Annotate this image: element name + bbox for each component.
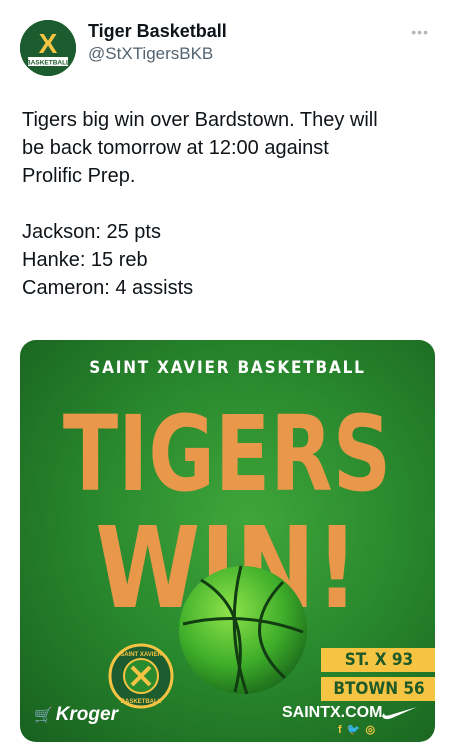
stat-line: Cameron: 4 assists	[22, 277, 194, 299]
tweet-line: be back tomorrow at 12:00 against	[22, 137, 329, 159]
tweet-media-image[interactable]: SAINT XAVIER BASKETBALL TIGERS WIN! SAIN…	[20, 340, 435, 742]
avatar-text: BASKETBALL	[26, 60, 70, 67]
tweet-text: Tigers big win over Bardstown. They will…	[22, 106, 432, 302]
account-handle[interactable]: @StXTigersBKB	[88, 42, 227, 66]
score-away: BTOWN 56	[321, 677, 435, 701]
school-seal-icon: SAINT XAVIER BASKETBALL	[108, 643, 174, 709]
stat-line: Jackson: 25 pts	[22, 221, 161, 243]
sponsor-logo: 🛒 Kroger	[34, 704, 118, 726]
account-names: Tiger Basketball @StXTigersBKB	[88, 20, 227, 66]
score-home: ST. X 93	[321, 648, 435, 672]
avatar[interactable]: X BASKETBALL	[20, 20, 76, 76]
tweet-line: Tigers big win over Bardstown. They will	[22, 109, 378, 131]
tweet-line: Prolific Prep.	[22, 165, 136, 187]
seal-bottom-text: BASKETBALL	[121, 699, 162, 705]
graphic-title: SAINT XAVIER BASKETBALL	[89, 358, 366, 378]
social-icons: f 🐦 ◎	[338, 723, 376, 736]
instagram-icon: ◎	[365, 724, 377, 736]
stat-line: Hanke: 15 reb	[22, 249, 148, 271]
seal-top-text: SAINT XAVIER	[120, 652, 162, 658]
sponsor-name: Kroger	[55, 704, 118, 725]
facebook-icon: f	[338, 724, 343, 736]
headline-tigers: TIGERS	[63, 393, 391, 515]
tweet-header: X BASKETBALL Tiger Basketball @StXTigers…	[20, 14, 435, 76]
basketball-icon	[179, 565, 307, 695]
cart-icon: 🛒	[34, 707, 53, 724]
avatar-logo-icon: X BASKETBALL	[20, 20, 76, 76]
twitter-icon: 🐦	[346, 724, 362, 736]
website-text: SAINTX.COM	[282, 704, 383, 721]
display-name[interactable]: Tiger Basketball	[88, 20, 227, 42]
nike-swoosh-icon	[382, 707, 417, 720]
avatar-letter: X	[39, 28, 58, 59]
more-horizontal-icon[interactable]: •••	[411, 24, 429, 40]
